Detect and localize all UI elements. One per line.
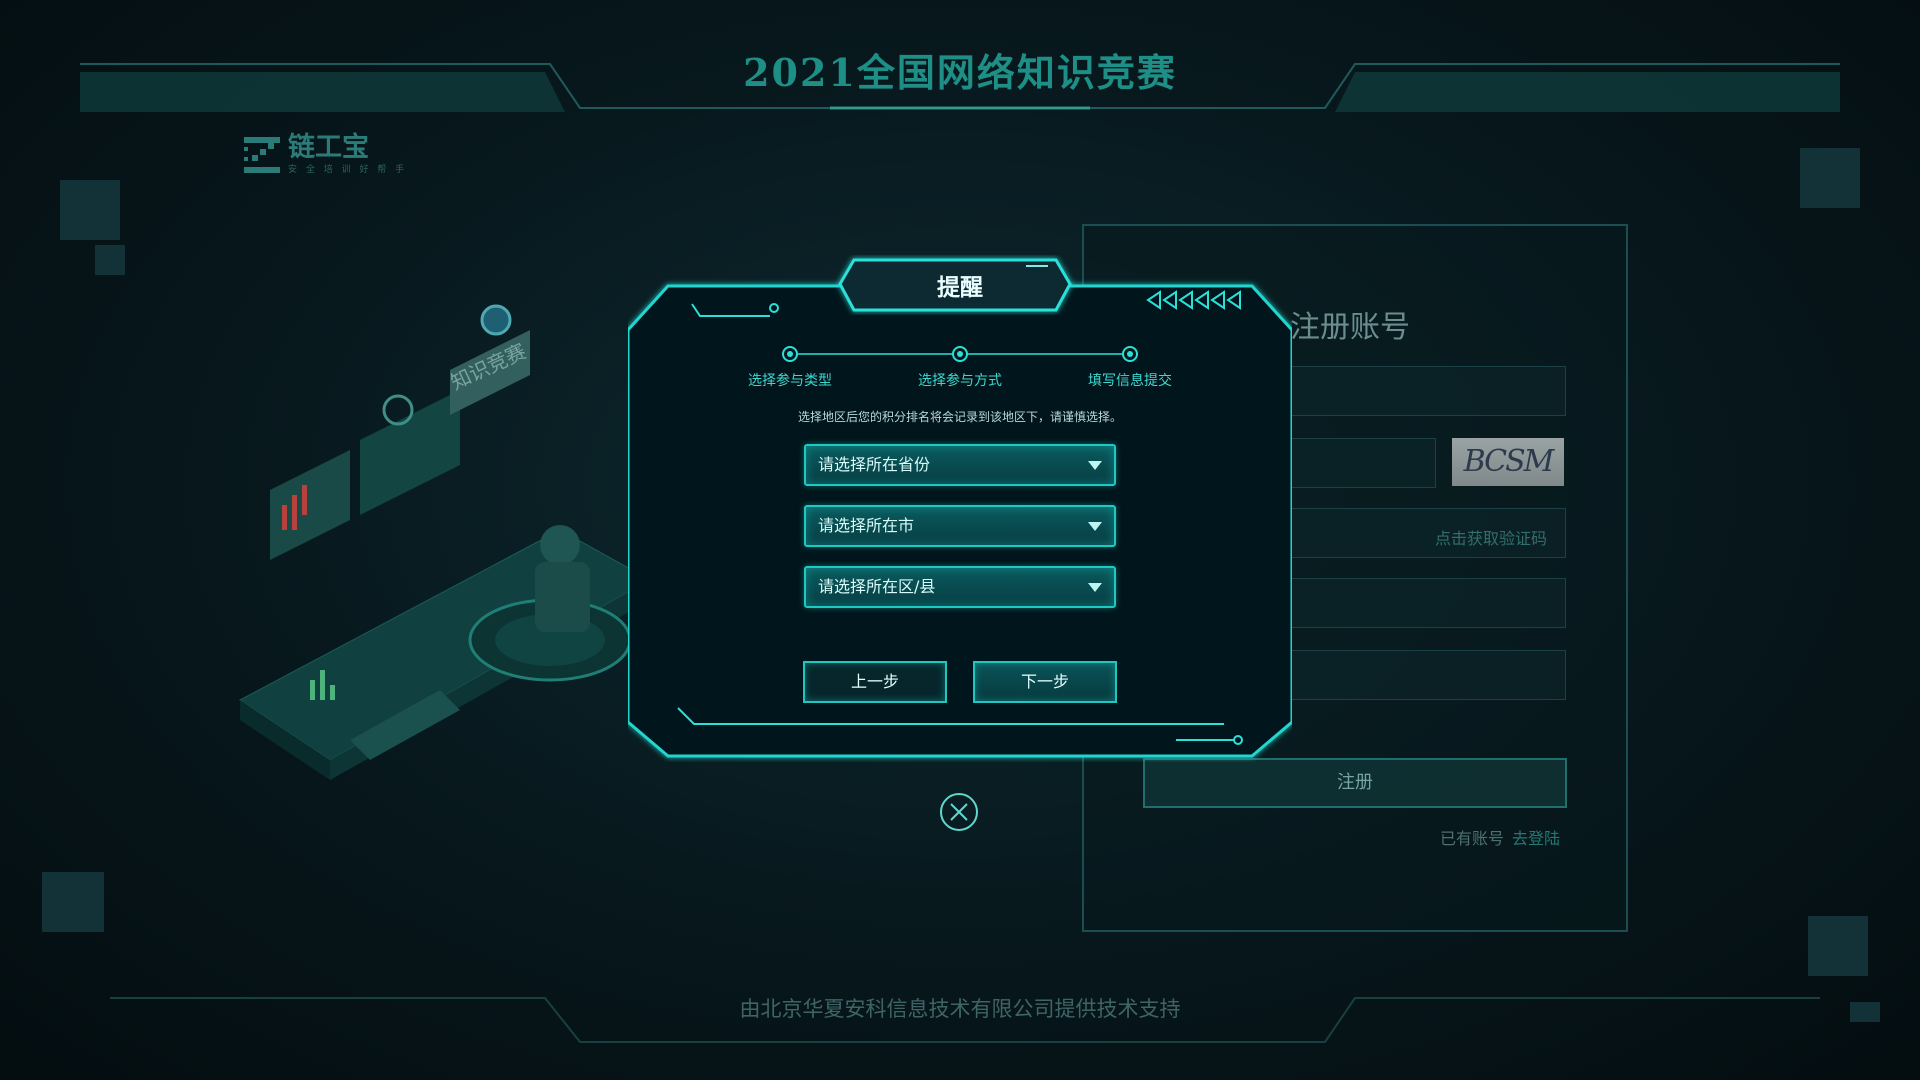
caret-down-icon xyxy=(1088,522,1102,531)
register-title: 注册账号 xyxy=(1290,310,1410,345)
next-step-button[interactable]: 下一步 xyxy=(973,661,1117,703)
city-select-text: 请选择所在市 xyxy=(818,516,915,535)
has-account-label: 已有账号 xyxy=(1440,829,1505,848)
district-select-text: 请选择所在区/县 xyxy=(818,577,936,596)
province-select-text: 请选择所在省份 xyxy=(818,455,931,474)
username-field[interactable] xyxy=(1290,366,1566,416)
get-sms-code-link[interactable]: 点击获取验证码 xyxy=(1435,525,1547,549)
dialog-title: 提醒 xyxy=(937,275,983,301)
region-notice: 选择地区后您的积分排名将会记录到该地区下，请谨慎选择。 xyxy=(797,410,1122,424)
district-select[interactable]: 请选择所在区/县 xyxy=(804,566,1116,608)
step-3-label: 填写信息提交 xyxy=(1088,373,1172,389)
captcha-image[interactable]: BCSM xyxy=(1452,438,1564,486)
password-field[interactable] xyxy=(1290,578,1566,628)
register-button[interactable]: 注册 xyxy=(1143,758,1567,808)
province-select[interactable]: 请选择所在省份 xyxy=(804,444,1116,486)
logo-icon xyxy=(244,136,280,173)
logo-name: 链工宝 xyxy=(288,132,369,163)
caret-down-icon xyxy=(1088,461,1102,470)
logo: 链工宝 安 全 培 训 好 帮 手 xyxy=(244,134,407,175)
login-row: 已有账号 去登陆 xyxy=(1440,825,1560,849)
step-1-label: 选择参与类型 xyxy=(748,373,832,389)
city-select[interactable]: 请选择所在市 xyxy=(804,505,1116,547)
step-2-label: 选择参与方式 xyxy=(918,373,1002,389)
platform-illustration: 知识竞赛 xyxy=(239,304,650,780)
captcha-field[interactable] xyxy=(1290,438,1436,488)
caret-down-icon xyxy=(1088,583,1102,592)
logo-subtitle: 安 全 培 训 好 帮 手 xyxy=(288,165,408,175)
confirm-password-field[interactable] xyxy=(1290,650,1566,700)
page-title: 2021全国网络知识竞赛 xyxy=(743,50,1177,95)
login-link[interactable]: 去登陆 xyxy=(1512,829,1560,848)
prev-step-button[interactable]: 上一步 xyxy=(803,661,947,703)
footer-credit: 由北京华夏安科信息技术有限公司提供技术支持 xyxy=(739,997,1181,1021)
close-icon[interactable] xyxy=(939,792,979,832)
